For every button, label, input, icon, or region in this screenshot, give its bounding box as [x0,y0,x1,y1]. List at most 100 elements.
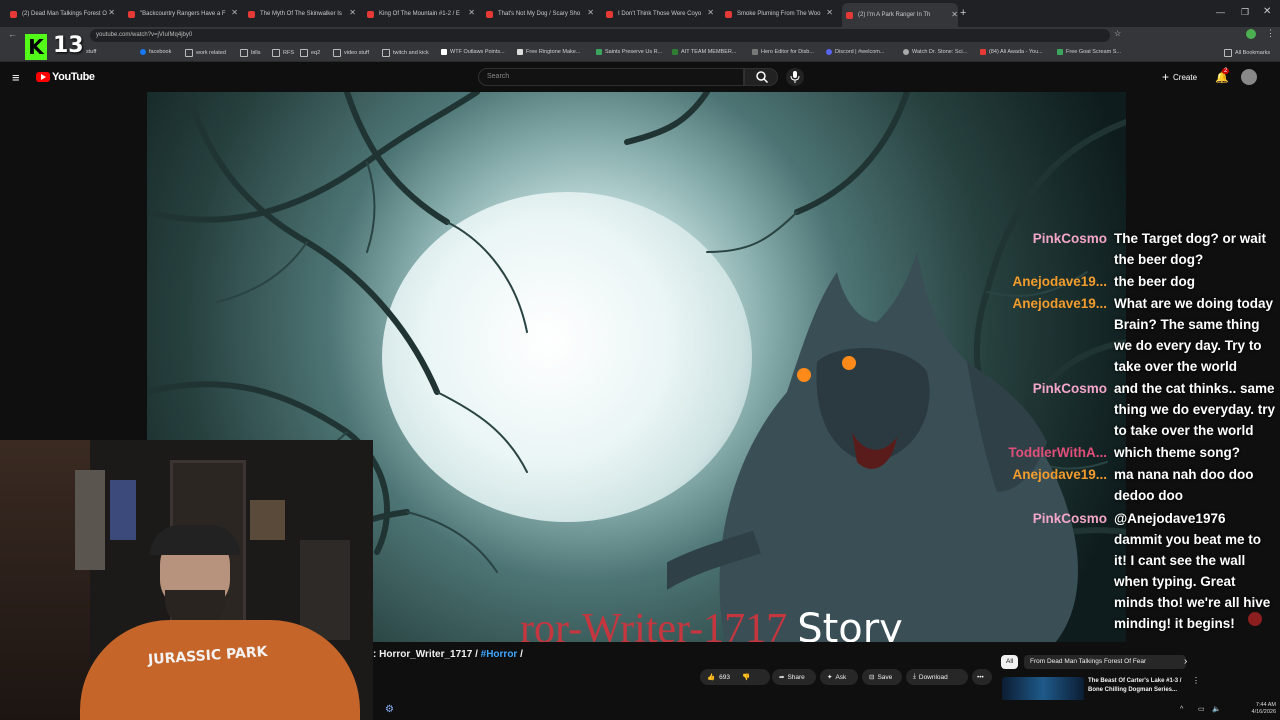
overlay-author-text: ror-Writer-1717 [520,606,788,642]
bookmark-item[interactable]: Saints Preserve Us R... [596,49,662,55]
browser-tab[interactable]: (2) Dead Man Talkings Forest O ✕ [10,6,115,22]
chat-emote-icon [1248,612,1262,626]
browser-tab[interactable]: King Of The Mountain #1-2 / E ✕ [367,6,475,22]
youtube-logo-icon[interactable] [36,72,50,82]
chat-username: Anejodave19... [1012,467,1107,482]
folder-icon [185,49,193,57]
sparkle-icon: ✦ [827,674,833,681]
youtube-favicon-icon [606,10,613,18]
chat-username: Anejodave19... [1012,274,1107,289]
close-tab-icon[interactable]: ✕ [587,8,594,17]
webcam-background-poster [250,500,285,540]
os-taskbar [373,700,1280,720]
chip-all[interactable]: All [1001,655,1019,669]
bookmark-item[interactable]: Free Goat Scream S... [1057,49,1121,55]
bookmark-star-icon[interactable]: ☆ [1114,29,1121,38]
bookmark-item[interactable]: video stuff [333,49,369,57]
page-icon [596,49,602,55]
more-actions-button[interactable]: ••• [972,669,992,685]
maximize-icon[interactable]: ❐ [1241,7,1249,18]
browser-menu-icon[interactable]: ⋮ [1266,28,1275,39]
close-tab-icon[interactable]: ✕ [826,8,833,17]
microphone-icon [790,71,800,83]
browser-tab[interactable]: The Myth Of The Skinwalker Is ✕ [248,6,356,22]
folder-icon [272,49,280,57]
bookmark-item[interactable]: twitch and kick [382,49,429,57]
share-button[interactable]: ➦ Share [772,669,816,685]
bookmark-item[interactable]: AIT TEAM MEMBER... [672,49,736,55]
bookmark-item[interactable]: bills [240,49,260,57]
create-button[interactable]: + Create [1162,70,1197,84]
network-icon[interactable]: ▭ [1198,705,1205,713]
address-bar[interactable]: youtube.com/watch?v=jVIuIMq4jby0 [90,29,1110,42]
hashtag-link[interactable]: #Horror [481,649,518,660]
bookmark-item[interactable]: WTF Outlaws Points... [441,49,505,55]
youtube-favicon-icon [248,10,255,18]
discord-icon [826,49,832,55]
recommended-more-icon[interactable]: ⋮ [1192,676,1200,685]
download-button[interactable]: ⤓ Download [906,669,968,685]
close-tab-icon[interactable]: ✕ [108,8,115,17]
volume-icon[interactable]: 🔈 [1212,705,1221,713]
viewer-count: 13 [53,33,84,58]
folder-icon [300,49,308,57]
system-tray-chevron-icon[interactable]: ^ [1180,706,1183,713]
bookmark-item[interactable]: Discord | #welcom... [826,49,884,55]
save-button[interactable]: ⊟ Save [862,669,902,685]
ask-button[interactable]: ✦ Ask [820,669,858,685]
search-button[interactable] [744,68,778,86]
all-bookmarks[interactable]: All Bookmarks [1224,49,1270,57]
chip-from-channel[interactable]: From Dead Man Talkings Forest Of Fear [1024,655,1186,669]
webcam-background-shelf [300,540,350,640]
close-window-icon[interactable]: ✕ [1263,6,1271,17]
bookmark-item[interactable]: (84) Ali Awada - You... [980,49,1043,55]
bookmark-item[interactable]: Free Ringtone Make... [517,49,580,55]
download-icon: ⤓ [913,673,916,680]
profile-avatar[interactable] [1246,29,1256,39]
taskbar-settings-icon[interactable]: ⚙ [385,704,394,715]
globe-icon [903,49,909,55]
minimize-icon[interactable]: — [1216,7,1225,17]
like-count[interactable]: 693 [719,674,730,681]
like-icon[interactable]: 👍 [707,673,715,681]
page-icon [517,49,523,55]
folder-icon [240,49,248,57]
bookmark-item[interactable]: facebook [140,49,171,55]
like-dislike-group: 👍 693 👎 [700,669,770,685]
webcam-headphones [150,525,240,555]
new-tab-button[interactable]: + [960,7,966,19]
close-tab-icon[interactable]: ✕ [707,8,714,17]
browser-tab[interactable]: "Backcountry Rangers Have a F ✕ [128,6,238,22]
close-tab-icon[interactable]: ✕ [349,8,356,17]
browser-tab[interactable]: I Don't Think Those Were Coyo ✕ [606,6,714,22]
browser-tab[interactable]: Smoke Pluming From The Woo ✕ [725,6,833,22]
voice-search-button[interactable] [786,68,804,86]
folder-icon [382,49,390,57]
browser-tab-active[interactable]: (2) I'm A Park Ranger In Th ✕ [842,3,958,27]
search-icon [756,71,769,84]
youtube-favicon-icon [725,10,732,18]
kick-logo-icon: K [25,34,47,60]
bookmark-item[interactable]: Hero Editor for Disb... [752,49,814,55]
recommended-title[interactable]: The Beast Of Carter's Lake #1-3 / Bone C… [1088,677,1198,695]
page-icon [441,49,447,55]
account-avatar[interactable] [1241,69,1257,85]
bookmark-item[interactable]: RFS [272,49,294,57]
bookmark-item[interactable]: eq2 [300,49,320,57]
search-input[interactable]: Search [478,68,744,86]
chevron-right-icon[interactable]: › [1184,656,1187,667]
bookmark-item[interactable]: work related [185,49,226,57]
dislike-icon[interactable]: 👎 [742,673,750,681]
hamburger-menu-icon[interactable]: ≡ [12,70,20,85]
back-icon[interactable]: ← [8,29,17,39]
system-clock[interactable]: 7:44 AM 4/16/2026 [1236,702,1276,716]
youtube-logo-text[interactable]: YouTube [52,71,95,83]
bookmark-item[interactable]: stuff [86,49,96,55]
close-tab-icon[interactable]: ✕ [468,8,475,17]
page-icon [752,49,758,55]
recommended-thumbnail[interactable] [1002,677,1084,701]
close-tab-icon[interactable]: ✕ [231,8,238,17]
browser-tab[interactable]: That's Not My Dog / Scary Sho ✕ [486,6,594,22]
bookmark-item[interactable]: Watch Dr. Stone: Sci... [903,49,967,55]
close-tab-icon[interactable]: ✕ [951,10,958,19]
